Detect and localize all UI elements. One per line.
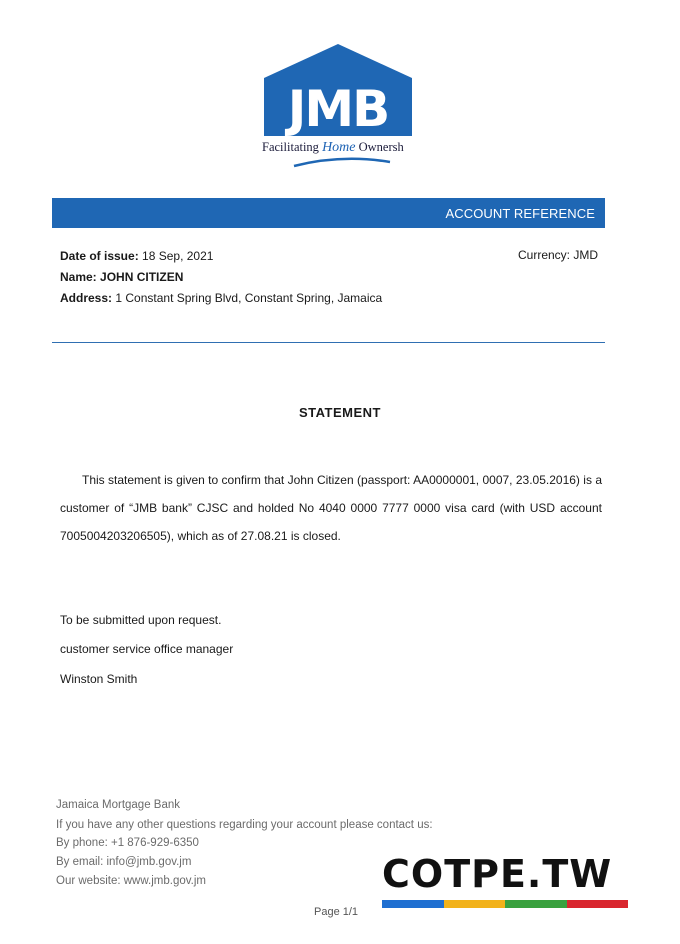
account-reference-bar: ACCOUNT REFERENCE (52, 198, 605, 228)
footer-questions: If you have any other questions regardin… (56, 819, 433, 831)
stripe-red (566, 900, 628, 908)
page-number: Page 1/1 (314, 906, 359, 918)
signer-name: Winston Smith (60, 672, 138, 686)
footer-bank: Jamaica Mortgage Bank (56, 799, 181, 811)
statement-body: This statement is given to confirm that … (60, 466, 602, 550)
address-value: 1 Constant Spring Blvd, Constant Spring,… (115, 291, 383, 305)
footer-phone: By phone: +1 876-929-6350 (56, 837, 199, 849)
customer-name: Name: JOHN CITIZEN (60, 269, 183, 285)
statement-title: STATEMENT (298, 405, 381, 420)
stripe-yellow (443, 900, 505, 908)
customer-address: Address: 1 Constant Spring Blvd, Constan… (60, 290, 382, 306)
tagline-home: Home (322, 140, 356, 155)
tagline-after: Ownersh (358, 140, 404, 154)
submit-note: To be submitted upon request. (60, 613, 222, 627)
watermark-logo: COTPE.TW (382, 852, 613, 896)
tagline-before: Facilitating (262, 140, 319, 154)
account-reference-title: ACCOUNT REFERENCE (445, 205, 595, 221)
footer-website: Our website: www.jmb.gov.jm (56, 875, 206, 887)
date-of-issue: Date of issue: 18 Sep, 2021 (60, 248, 213, 264)
logo-tagline: Facilitating Home Ownersh (262, 140, 422, 156)
logo-swoosh (292, 156, 392, 175)
logo-text: JMB (285, 80, 388, 138)
statement-text: This statement is given to confirm that … (60, 473, 602, 543)
stripe-green (505, 900, 567, 908)
name-label: Name: (60, 270, 97, 284)
watermark-stripe (382, 900, 628, 908)
date-label: Date of issue: (60, 249, 139, 263)
footer-email: By email: info@jmb.gov.jm (56, 856, 192, 868)
date-value: 18 Sep, 2021 (142, 249, 214, 263)
stripe-blue (382, 900, 444, 908)
name-value: JOHN CITIZEN (100, 270, 184, 284)
divider (52, 342, 605, 343)
signer-title: customer service office manager (60, 642, 234, 656)
currency: Currency: JMD (517, 248, 598, 262)
address-label: Address: (60, 291, 113, 305)
